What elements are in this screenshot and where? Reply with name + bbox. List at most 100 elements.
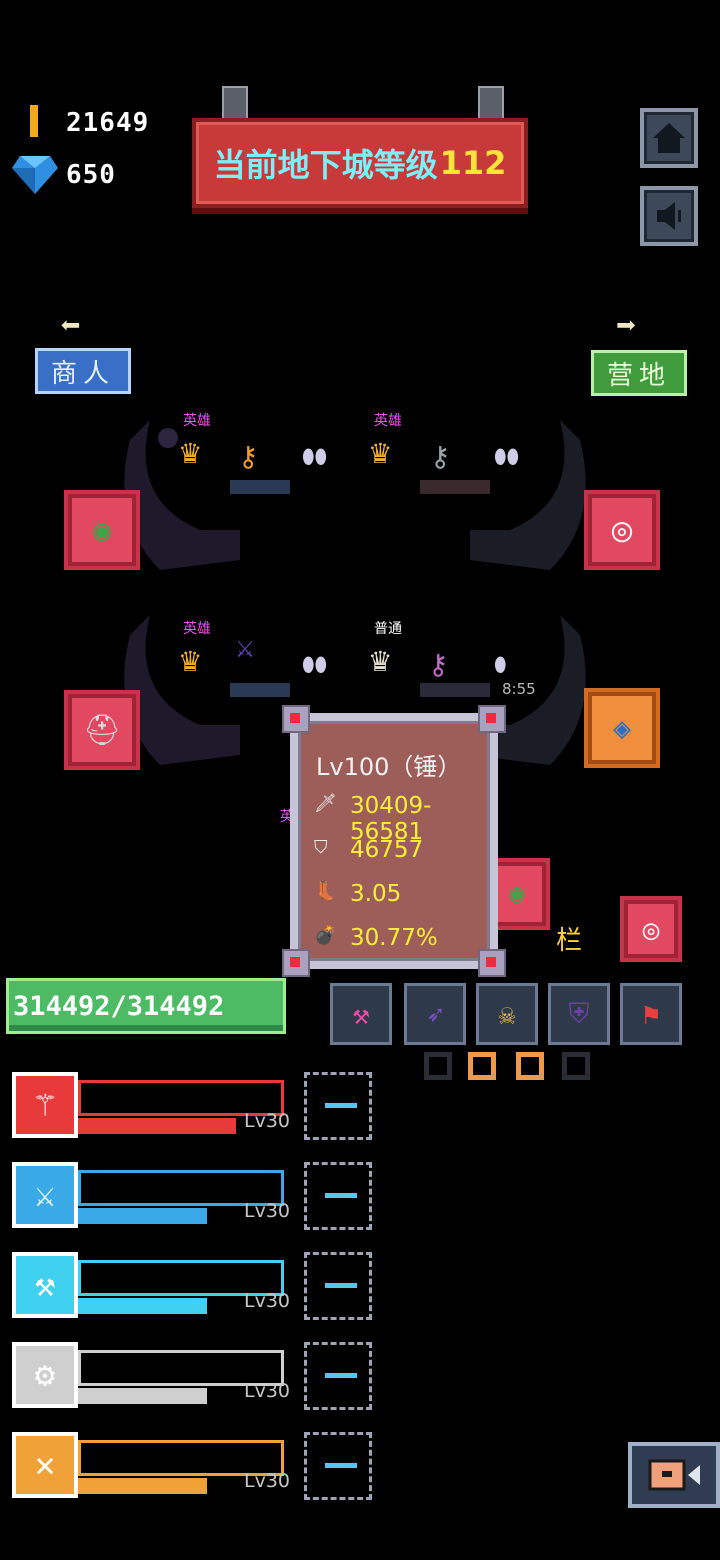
crown-icon[interactable]: ♛ (370, 640, 390, 680)
gem-amount: 650 (66, 160, 116, 190)
skill-level: Lv30 (244, 1470, 291, 1492)
tooltip-corner (478, 949, 506, 977)
key-icon[interactable]: ⚷ (238, 440, 259, 473)
sound-button[interactable] (640, 186, 698, 246)
shield-icon: ⛨ (568, 997, 590, 1030)
equip-slot-armor[interactable]: ⚑ (620, 983, 682, 1045)
skill-level: Lv30 (244, 1290, 291, 1312)
gold-coin-icon (30, 105, 38, 137)
item-tooltip: Lv100（锤） 🗡 30409-56581 ⛉ 46757 👢 3.05 💣 … (282, 705, 506, 977)
equip-slot-shield[interactable]: ⛨ (548, 983, 610, 1045)
key-icon[interactable]: ⚷ (428, 648, 449, 681)
arrow-left-icon: ⬅ (60, 306, 81, 346)
altar-rarity-label: 英雄 (183, 621, 211, 637)
defense-value: 46757 (350, 837, 424, 863)
swords-icon: ✕ (34, 1445, 56, 1485)
empty-slot-dash (325, 1283, 357, 1288)
tooltip-title: Lv100（锤） (316, 753, 462, 781)
skill-progress-fill (78, 1478, 207, 1494)
empty-slot-dash (325, 1103, 357, 1108)
skill-progress-fill (78, 1388, 207, 1404)
book-icon: ◉ (92, 512, 112, 548)
crown-icon[interactable]: ♛ (370, 432, 390, 472)
tome-item-button[interactable]: ◉ (64, 490, 140, 570)
skill-slot-frame[interactable] (304, 1072, 372, 1140)
staff-icon: ☠ (498, 997, 516, 1031)
diamond-icon (12, 156, 58, 194)
gem-single-icon: ⬮ (494, 652, 507, 676)
hp-bar: 314492/314492 (6, 978, 286, 1034)
skill-slot-frame[interactable] (304, 1342, 372, 1410)
empty-slot-dash (325, 1193, 357, 1198)
home-button[interactable] (640, 108, 698, 168)
book-icon: ◉ (509, 879, 525, 909)
bow-icon: ➶ (426, 997, 444, 1031)
home-icon (653, 123, 685, 153)
skill-progress-fill (78, 1298, 207, 1314)
skill-icon-button[interactable]: ⚒ (12, 1252, 78, 1318)
dungeon-level: 112 (439, 144, 507, 182)
ring-item-button[interactable]: ◎ (584, 490, 660, 570)
speaker-icon (657, 202, 681, 230)
hat-weapon-icon[interactable]: ⚔ (236, 630, 254, 665)
altar-rarity-label: 英雄 (183, 413, 211, 429)
ring-icon: ◎ (642, 912, 660, 946)
equip-slot-bow[interactable]: ➶ (404, 983, 466, 1045)
empty-slot-dash (325, 1463, 357, 1468)
skill-progress-fill (78, 1208, 207, 1224)
skill-icon-button[interactable]: ⚔ (12, 1162, 78, 1228)
skill-icon-button[interactable]: ⚚ (12, 1072, 78, 1138)
page-dot-active[interactable] (468, 1052, 496, 1080)
page-dot[interactable] (424, 1052, 452, 1080)
ring-loot-button[interactable]: ◎ (620, 896, 682, 962)
crown-icon[interactable]: ♛ (180, 640, 200, 680)
key-icon[interactable]: ⚷ (430, 440, 451, 473)
altar-rarity-label: 英雄 (374, 413, 402, 429)
gem-pair-icon: ⬮⬮ (302, 444, 328, 468)
loot-label: 栏 (556, 926, 583, 956)
skill-slot-frame[interactable] (304, 1252, 372, 1320)
helmet-icon: ⛑ (82, 712, 122, 748)
gem-pair-icon: ⬮⬮ (494, 444, 520, 468)
staff-icon: ⚚ (34, 1085, 56, 1125)
boot-stat-icon: 👢 (314, 881, 337, 902)
altar-timer: 8:55 (502, 680, 536, 698)
equip-slot-axe[interactable]: ⚒ (330, 983, 392, 1045)
tooltip-corner (478, 705, 506, 733)
hp-text: 314492/314492 (13, 990, 225, 1022)
tome-rare-item-button[interactable]: ◈ (584, 688, 660, 768)
skill-icon-button[interactable]: ⚙ (12, 1342, 78, 1408)
page-dot[interactable] (562, 1052, 590, 1080)
skill-slot-frame[interactable] (304, 1162, 372, 1230)
altar-rarity-label: 普通 (374, 621, 402, 637)
skill-level: Lv30 (244, 1110, 291, 1132)
banner-text: 当前地下城等级 (213, 146, 438, 184)
gear-weapon-icon: ⚙ (34, 1355, 56, 1395)
empty-slot-dash (325, 1373, 357, 1378)
bomb-stat-icon: 💣 (314, 925, 337, 946)
armor-icon: ⚑ (642, 997, 660, 1031)
skill-level: Lv30 (244, 1380, 291, 1402)
tooltip-corner (282, 949, 310, 977)
hammer-icon: ⚒ (34, 1265, 56, 1305)
shield-stat-icon: ⛉ (314, 837, 328, 858)
ring-icon: ◎ (611, 510, 633, 550)
skill-slot-frame[interactable] (304, 1432, 372, 1500)
crown-item-button[interactable]: ⛑ (64, 690, 140, 770)
skill-icon-button[interactable]: ✕ (12, 1432, 78, 1498)
crit-value: 30.77% (350, 925, 438, 951)
speed-value: 3.05 (350, 881, 402, 907)
chest-video-icon (648, 1459, 700, 1491)
page-dot-active[interactable] (516, 1052, 544, 1080)
arrow-right-icon: ➡ (616, 306, 637, 346)
sword-stat-icon: 🗡 (314, 793, 337, 814)
skill-progress-fill (78, 1118, 236, 1134)
gem-pair-icon: ⬮⬮ (302, 652, 328, 676)
equip-slot-staff[interactable]: ☠ (476, 983, 538, 1045)
axe-icon: ⚒ (352, 997, 370, 1031)
book-icon: ◈ (612, 710, 632, 746)
dungeon-level-banner: 当前地下城等级 112 (192, 118, 528, 208)
skill-level: Lv30 (244, 1200, 291, 1222)
crown-icon[interactable]: ♛ (180, 432, 200, 472)
video-reward-button[interactable] (628, 1442, 720, 1508)
